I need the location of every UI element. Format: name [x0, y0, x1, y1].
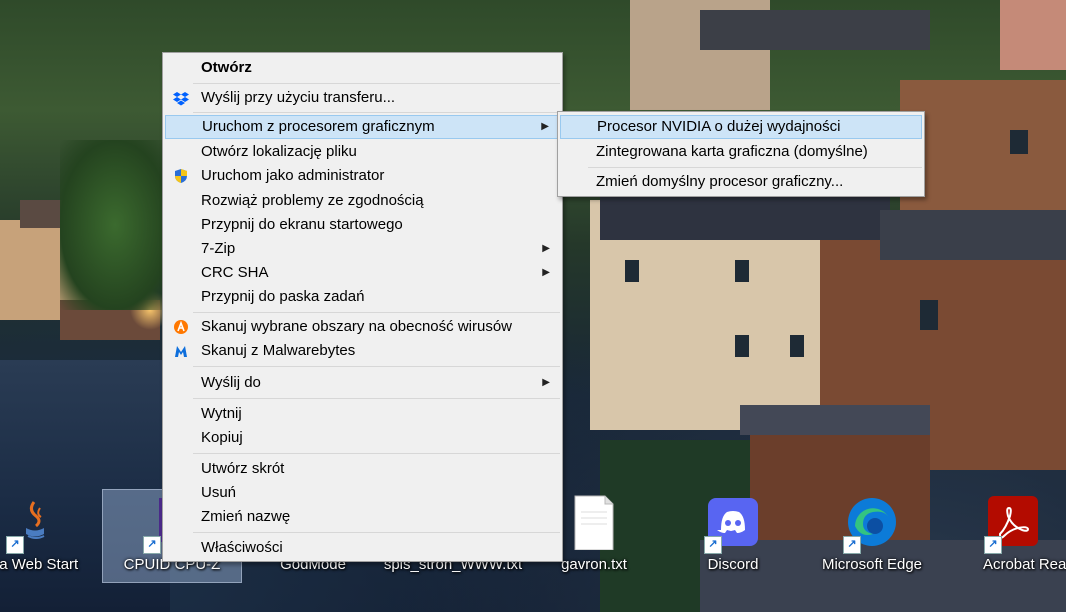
desktop-icon-microsoft-edge[interactable]: ↗ Microsoft Edge: [817, 490, 927, 582]
menu-item-copy[interactable]: Kopiuj: [165, 426, 560, 450]
submenu-arrow-icon: ▶: [541, 121, 549, 132]
shortcut-arrow-icon: ↗: [704, 536, 722, 554]
menu-item-label: Uruchom z procesorem graficznym: [202, 118, 435, 135]
menu-separator: [193, 83, 560, 84]
wallpaper-window: [625, 260, 639, 282]
submenu-item-nvidia-high-performance[interactable]: Procesor NVIDIA o dużej wydajności: [560, 115, 922, 139]
menu-item-7zip[interactable]: 7-Zip ▶: [165, 237, 560, 261]
menu-separator: [193, 398, 560, 399]
menu-separator: [193, 312, 560, 313]
menu-item-label: Procesor NVIDIA o dużej wydajności: [597, 118, 841, 135]
menu-item-open-file-location[interactable]: Otwórz lokalizację pliku: [165, 140, 560, 164]
acrobat-icon: ↗: [984, 494, 1040, 554]
menu-separator: [193, 453, 560, 454]
menu-separator: [193, 112, 560, 113]
menu-item-label: Przypnij do ekranu startowego: [201, 216, 403, 233]
menu-item-label: Przypnij do paska zadań: [201, 288, 365, 305]
menu-item-label: Właściwości: [201, 539, 283, 556]
menu-item-properties[interactable]: Właściwości: [165, 536, 560, 560]
menu-item-label: Otwórz lokalizację pliku: [201, 143, 357, 160]
gpu-submenu: Procesor NVIDIA o dużej wydajności Zinte…: [557, 111, 925, 197]
menu-item-run-as-admin[interactable]: Uruchom jako administrator: [165, 164, 560, 188]
wallpaper-window: [1010, 130, 1028, 154]
menu-item-send-to[interactable]: Wyślij do ▶: [165, 371, 560, 395]
menu-item-label: 7-Zip: [201, 240, 236, 257]
menu-item-label: Usuń: [201, 484, 237, 501]
context-menu: Otwórz Wyślij przy użyciu transferu... U…: [162, 52, 563, 562]
desktop-icon-java-web-start[interactable]: ↗ va Web Start: [0, 490, 90, 582]
menu-item-cut[interactable]: Wytnij: [165, 402, 560, 426]
menu-item-rename[interactable]: Zmień nazwę: [165, 505, 560, 529]
wallpaper-roof: [880, 210, 1066, 260]
wallpaper-roof: [600, 190, 890, 240]
wallpaper-tree: [60, 140, 170, 310]
uac-shield-icon: [175, 169, 187, 183]
menu-item-delete[interactable]: Usuń: [165, 481, 560, 505]
desktop-icon-label: Microsoft Edge: [821, 556, 923, 573]
menu-item-label: Wytnij: [201, 405, 242, 422]
menu-item-label: Rozwiąż problemy ze zgodnością: [201, 192, 424, 209]
menu-item-open[interactable]: Otwórz: [165, 56, 560, 80]
submenu-item-integrated-graphics[interactable]: Zintegrowana karta graficzna (domyślne): [560, 140, 922, 164]
menu-item-label: Skanuj wybrane obszary na obecność wirus…: [201, 318, 512, 335]
menu-item-label: Zmień nazwę: [201, 508, 291, 525]
edge-icon: ↗: [843, 494, 899, 554]
menu-item-pin-to-start[interactable]: Przypnij do ekranu startowego: [165, 213, 560, 237]
submenu-arrow-icon: ▶: [542, 243, 550, 254]
menu-item-label: Uruchom jako administrator: [201, 167, 385, 184]
avast-icon: [174, 320, 188, 334]
shortcut-arrow-icon: ↗: [143, 536, 161, 554]
menu-item-label: Wyślij do: [201, 374, 261, 391]
menu-separator: [588, 167, 922, 168]
wallpaper-window: [790, 335, 804, 357]
menu-item-label: Zmień domyślny procesor graficzny...: [596, 173, 844, 190]
submenu-arrow-icon: ▶: [542, 377, 550, 388]
menu-item-label: Zintegrowana karta graficzna (domyślne): [596, 143, 868, 160]
shortcut-arrow-icon: ↗: [843, 536, 861, 554]
desktop-icon-label: Discord: [707, 556, 759, 573]
menu-item-label: Utwórz skrót: [201, 460, 285, 477]
menu-item-crc-sha[interactable]: CRC SHA ▶: [165, 261, 560, 285]
wallpaper-house: [700, 10, 930, 50]
menu-separator: [193, 366, 560, 367]
wallpaper-house: [1000, 0, 1066, 70]
discord-icon: ↗: [704, 494, 760, 554]
desktop-icon-label: Acrobat Reader D: [982, 556, 1066, 573]
menu-item-create-shortcut[interactable]: Utwórz skrót: [165, 457, 560, 481]
submenu-item-change-default-gpu[interactable]: Zmień domyślny procesor graficzny...: [560, 170, 922, 194]
wallpaper-window: [735, 335, 749, 357]
java-icon: ↗: [6, 494, 62, 554]
menu-item-avast-scan[interactable]: Skanuj wybrane obszary na obecność wirus…: [165, 315, 560, 339]
menu-separator: [193, 532, 560, 533]
text-file-icon: [567, 494, 621, 551]
menu-item-label: Kopiuj: [201, 429, 243, 446]
desktop-icon-discord[interactable]: ↗ Discord: [678, 490, 788, 582]
shortcut-arrow-icon: ↗: [984, 536, 1002, 554]
menu-item-run-with-gpu[interactable]: Uruchom z procesorem graficznym ▶: [165, 115, 560, 139]
desktop-icon-acrobat-reader[interactable]: ↗ Acrobat Reader D: [958, 490, 1066, 582]
dropbox-icon: [173, 92, 189, 106]
wallpaper-window: [735, 260, 749, 282]
menu-item-malwarebytes-scan[interactable]: Skanuj z Malwarebytes: [165, 339, 560, 363]
menu-item-send-transfer[interactable]: Wyślij przy użyciu transferu...: [165, 86, 560, 110]
submenu-arrow-icon: ▶: [542, 267, 550, 278]
menu-item-label: Otwórz: [201, 59, 252, 76]
malwarebytes-icon: [175, 346, 187, 357]
wallpaper-window: [920, 300, 938, 330]
menu-item-label: Wyślij przy użyciu transferu...: [201, 89, 396, 106]
menu-item-pin-to-taskbar[interactable]: Przypnij do paska zadań: [165, 285, 560, 309]
menu-item-label: CRC SHA: [201, 264, 269, 281]
menu-item-label: Skanuj z Malwarebytes: [201, 342, 356, 359]
menu-item-troubleshoot-compatibility[interactable]: Rozwiąż problemy ze zgodnością: [165, 189, 560, 213]
wallpaper-roof: [740, 405, 930, 435]
shortcut-arrow-icon: ↗: [6, 536, 24, 554]
